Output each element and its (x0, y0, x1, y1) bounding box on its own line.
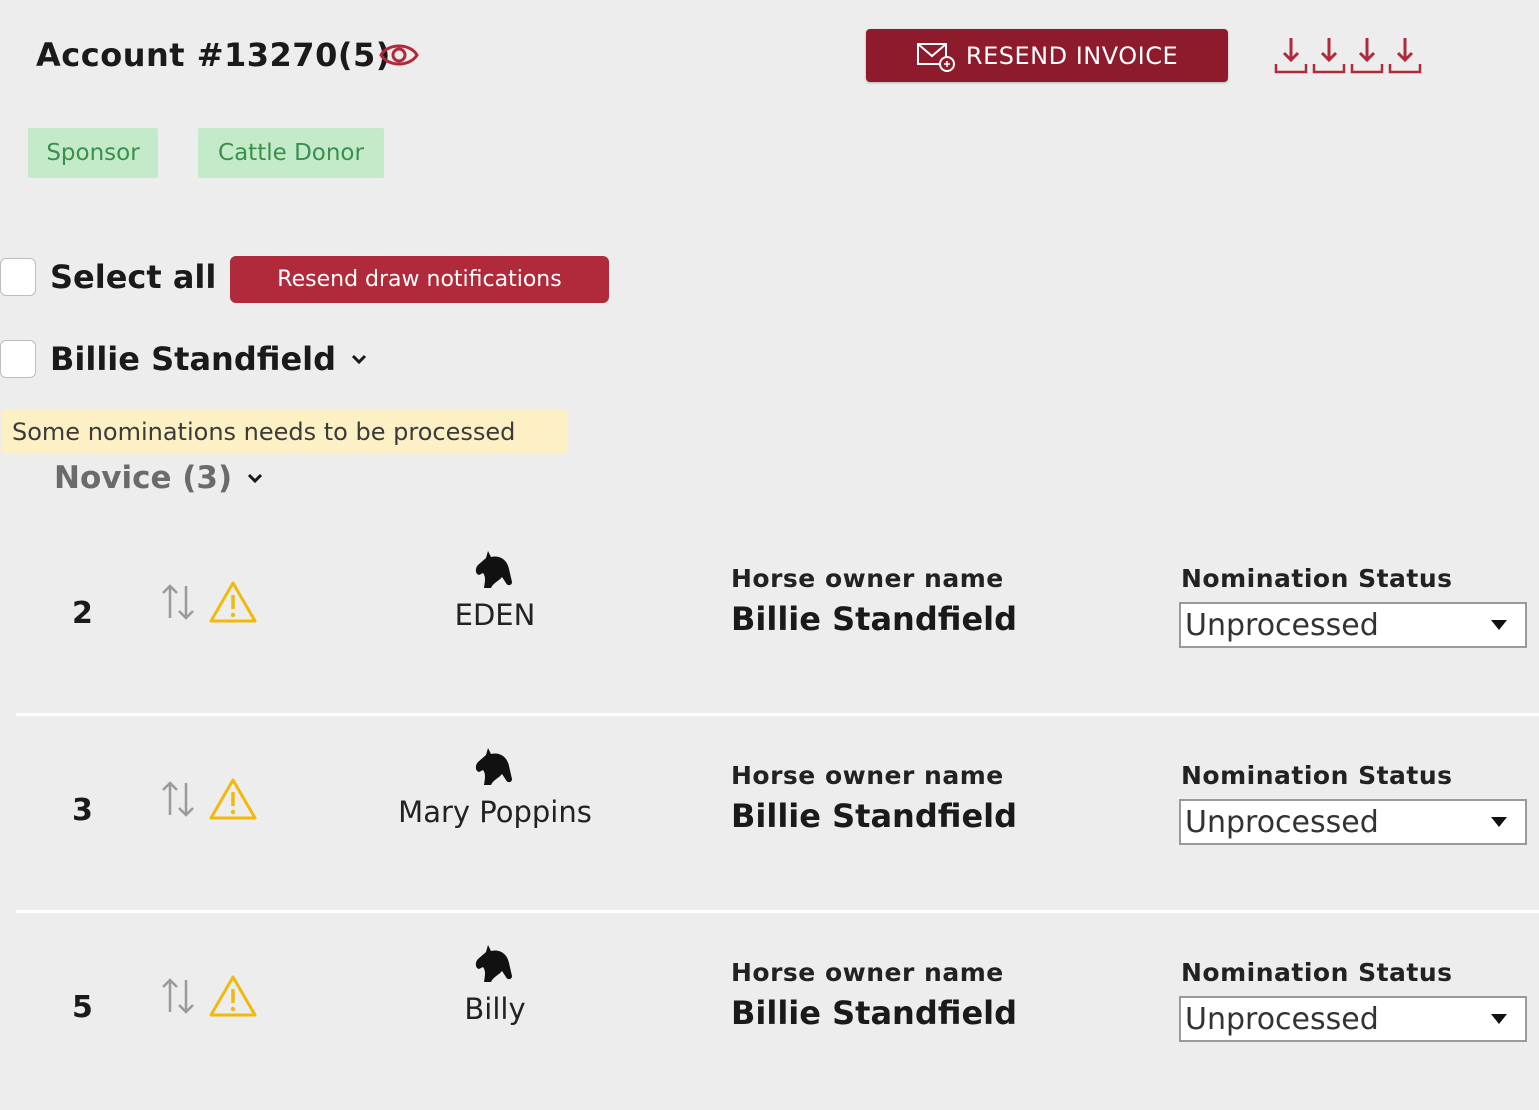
sort-icon[interactable] (158, 974, 198, 1018)
chevron-down-icon (248, 473, 263, 484)
mail-icon (916, 42, 955, 72)
download-icon[interactable] (1386, 32, 1424, 76)
owner-name: Billie Standfield (731, 600, 1018, 638)
rank-number: 2 (72, 596, 93, 631)
status-value: Unprocessed (1185, 1001, 1379, 1037)
horse-icon (475, 551, 512, 588)
status-value: Unprocessed (1185, 607, 1379, 643)
rank-number: 5 (72, 990, 93, 1025)
chevron-down-icon (351, 354, 367, 365)
owner-name: Billie Standfield (731, 797, 1018, 835)
download-icon[interactable] (1348, 32, 1386, 76)
group-header-novice[interactable]: Novice (3) (54, 460, 264, 496)
row-divider (16, 910, 1539, 913)
person-name: Billie Standfield (50, 340, 337, 378)
table-row: 5 Billy Horse owner name Billie Standfie… (0, 914, 1539, 1110)
horse-name: Mary Poppins (398, 795, 592, 829)
status-caption: Nomination Status (1181, 564, 1453, 593)
person-checkbox[interactable] (0, 340, 36, 378)
resend-invoice-button[interactable]: RESEND INVOICE (866, 29, 1228, 82)
horse-name: Billy (464, 992, 526, 1026)
horse-icon (475, 748, 512, 785)
warning-icon (209, 581, 257, 623)
table-row: 3 Mary Poppins Horse owner name Billie S… (0, 717, 1539, 913)
nomination-status-select[interactable]: Unprocessed (1179, 602, 1527, 648)
download-icon[interactable] (1310, 32, 1348, 76)
resend-invoice-label: RESEND INVOICE (965, 41, 1179, 70)
table-row: 2 EDEN Horse owner name Billie Standfiel… (0, 520, 1539, 716)
download-icon[interactable] (1272, 32, 1310, 76)
horse-icon (475, 945, 512, 982)
caret-down-icon (1491, 620, 1507, 630)
tag-sponsor: Sponsor (28, 128, 158, 178)
owner-caption: Horse owner name (731, 564, 1004, 593)
owner-name: Billie Standfield (731, 994, 1018, 1032)
account-title: Account #13270(5) (36, 36, 391, 74)
owner-caption: Horse owner name (731, 761, 1004, 790)
rank-number: 3 (72, 793, 93, 828)
select-all-label[interactable]: Select all (50, 258, 216, 296)
horse-name: EDEN (454, 598, 536, 632)
caret-down-icon (1491, 817, 1507, 827)
select-all-checkbox[interactable] (0, 258, 36, 296)
group-label: Novice (3) (54, 460, 233, 496)
resend-draw-notifications-button[interactable]: Resend draw notifications (230, 256, 609, 303)
warning-icon (209, 975, 257, 1017)
caret-down-icon (1491, 1014, 1507, 1024)
status-caption: Nomination Status (1181, 958, 1453, 987)
status-caption: Nomination Status (1181, 761, 1453, 790)
row-divider (16, 713, 1539, 716)
status-value: Unprocessed (1185, 804, 1379, 840)
nomination-status-select[interactable]: Unprocessed (1179, 799, 1527, 845)
owner-caption: Horse owner name (731, 958, 1004, 987)
eye-icon[interactable] (378, 38, 420, 72)
person-header[interactable]: Billie Standfield (50, 340, 368, 378)
nomination-status-select[interactable]: Unprocessed (1179, 996, 1527, 1042)
process-warning-banner: Some nominations needs to be processed (2, 410, 568, 454)
download-buttons (1272, 32, 1426, 76)
warning-icon (209, 778, 257, 820)
sort-icon[interactable] (158, 777, 198, 821)
tag-cattle-donor: Cattle Donor (198, 128, 384, 178)
sort-icon[interactable] (158, 580, 198, 624)
